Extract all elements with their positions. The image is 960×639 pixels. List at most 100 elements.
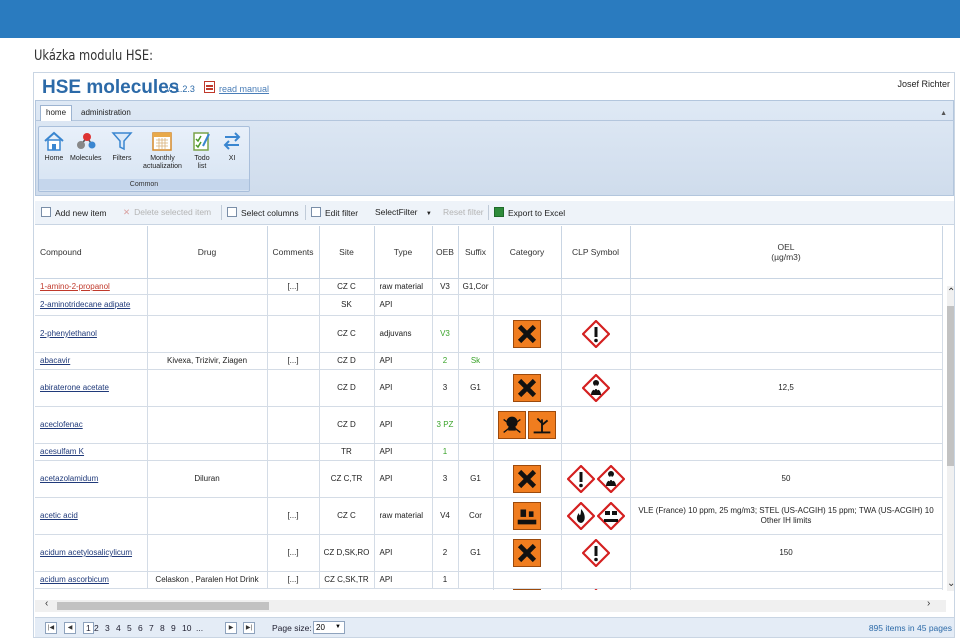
tab-administration[interactable]: administration — [76, 106, 136, 119]
cell-comments[interactable] — [267, 406, 320, 444]
page-number[interactable]: ... — [196, 623, 203, 633]
page-number[interactable]: 8 — [160, 623, 165, 633]
dropdown-arrow-icon: ▼ — [425, 211, 432, 217]
cell-comments[interactable] — [267, 460, 320, 498]
col-site[interactable]: Site — [319, 226, 375, 279]
table-row[interactable]: acetic acid [...] CZ Craw material V4 Cor VLE… — [35, 497, 943, 535]
select-filter-dropdown[interactable]: SelectFilter ▼ — [375, 207, 432, 217]
page-number[interactable]: 4 — [116, 623, 121, 633]
cell-comments[interactable] — [267, 443, 320, 461]
table-row[interactable]: acetazolamidum Diluran CZ C,TR API 3 G1 50 — [35, 460, 943, 498]
compound-link[interactable]: acidum acetylosalicylicum — [40, 548, 132, 557]
compound-link[interactable]: 1-amino-2-propanol — [40, 282, 110, 291]
scroll-right-icon[interactable]: › — [927, 598, 930, 609]
table-row[interactable]: 2-aminotridecane adipate SK API — [35, 294, 943, 316]
page-number[interactable]: 2 — [94, 623, 99, 633]
add-new-item-button[interactable]: Add new item — [41, 207, 107, 218]
last-page-button[interactable]: ▶| — [243, 622, 255, 634]
col-drug[interactable]: Drug — [147, 226, 268, 279]
prev-page-button[interactable]: ◀ — [64, 622, 76, 634]
group-label: Common — [39, 179, 249, 190]
col-suffix[interactable]: Suffix — [458, 226, 494, 279]
col-oeb[interactable]: OEB — [432, 226, 459, 279]
page-number[interactable]: 9 — [171, 623, 176, 633]
col-comments[interactable]: Comments — [267, 226, 320, 279]
col-type[interactable]: Type — [374, 226, 433, 279]
cell-comments[interactable]: [...] — [267, 278, 320, 295]
horizontal-scroll-thumb[interactable] — [57, 602, 269, 610]
col-oel[interactable]: OEL (µg/m3) — [630, 226, 943, 279]
reset-filter-button[interactable]: Reset filter — [443, 207, 484, 217]
horizontal-scrollbar[interactable]: ‹ › — [35, 598, 946, 612]
table-row[interactable]: acesulfam K TR API 1 — [35, 443, 943, 461]
tab-home[interactable]: home — [40, 105, 73, 121]
ghs-health-icon — [581, 373, 610, 402]
cell-comments[interactable]: [...] — [267, 534, 320, 572]
cell-category — [493, 406, 562, 444]
cell-comments[interactable]: [...] — [267, 497, 320, 535]
ribbon-collapse-icon[interactable]: ▲ — [940, 110, 947, 117]
compound-link[interactable]: acesulfam K — [40, 447, 84, 456]
vertical-scrollbar[interactable] — [947, 286, 954, 591]
scroll-up-icon[interactable]: ⌃ — [947, 287, 954, 298]
col-category[interactable]: Category — [493, 226, 562, 279]
filters-button[interactable]: Filters — [111, 130, 133, 163]
cell-comments[interactable] — [267, 369, 320, 407]
pdf-icon[interactable] — [204, 81, 215, 93]
table-row[interactable]: 2-phenylethanol CZ Cadjuvans V3 — [35, 315, 943, 353]
col-clp-symbol[interactable]: CLP Symbol — [561, 226, 631, 279]
cell-comments[interactable] — [267, 294, 320, 316]
list-label: list — [197, 163, 207, 170]
compound-link[interactable]: acetic acid — [40, 511, 78, 520]
cell-compound: acidum acetylosalicylicum — [35, 534, 148, 572]
col-compound[interactable]: Compound — [35, 226, 148, 279]
ghs-flame-icon — [593, 588, 598, 590]
cell-comments[interactable]: [...] — [267, 571, 320, 589]
page-number[interactable]: 1 — [83, 622, 94, 634]
cell-drug — [147, 497, 268, 535]
table-row[interactable]: abacavir Kivexa, Trizivir, Ziagen [...] CZ … — [35, 352, 943, 370]
table-row[interactable] — [35, 588, 943, 590]
vertical-scroll-thumb[interactable] — [947, 306, 954, 466]
xi-button[interactable]: XI — [221, 130, 243, 163]
compound-link[interactable]: acetazolamidum — [40, 474, 98, 483]
page-size-select[interactable]: 20 ▼ — [313, 621, 345, 634]
first-page-button[interactable]: |◀ — [45, 622, 57, 634]
columns-icon — [227, 207, 237, 217]
compound-link[interactable]: acidum ascorbicum — [40, 575, 109, 584]
scroll-down-icon[interactable]: ⌄ — [947, 578, 954, 589]
select-columns-button[interactable]: Select columns — [227, 207, 299, 218]
read-manual-link[interactable]: read manual — [219, 84, 269, 94]
compound-link[interactable]: 2-aminotridecane adipate — [40, 300, 130, 309]
compound-link[interactable]: 2-phenylethanol — [40, 329, 97, 338]
home-button[interactable]: Home — [43, 130, 65, 163]
page-number[interactable]: 5 — [127, 623, 132, 633]
page-number[interactable]: 6 — [138, 623, 143, 633]
compound-link[interactable]: aceclofenac — [40, 420, 83, 429]
compound-link[interactable]: abacavir — [40, 356, 70, 365]
export-excel-button[interactable]: Export to Excel — [494, 207, 565, 218]
edit-filter-button[interactable]: Edit filter — [311, 207, 358, 218]
table-row[interactable]: 1-amino-2-propanol [...] CZ Craw material V… — [35, 278, 943, 295]
table-row[interactable]: acidum ascorbicum Celaskon , Paralen Hot … — [35, 571, 943, 589]
molecules-button[interactable]: Molecules — [70, 130, 102, 163]
cell-drug — [147, 443, 268, 461]
page-number[interactable]: 3 — [105, 623, 110, 633]
table-row[interactable]: aceclofenac CZ D API 3 PZ — [35, 406, 943, 444]
todo-list-button[interactable]: Todo list — [191, 130, 213, 171]
monthly-actualization-button[interactable]: Monthly actualization — [143, 130, 182, 171]
cell-comments[interactable] — [267, 315, 320, 353]
scroll-left-icon[interactable]: ‹ — [45, 598, 48, 609]
table-row[interactable]: acidum acetylosalicylicum [...] CZ D,SK,RO… — [35, 534, 943, 572]
cell-oel: 150 — [630, 534, 943, 572]
cell-compound: abacavir — [35, 352, 148, 370]
cell-comments[interactable]: [...] — [267, 352, 320, 370]
cell-site: CZ C,SK,TR — [319, 571, 375, 589]
next-page-button[interactable]: ▶ — [225, 622, 237, 634]
table-row[interactable]: abiraterone acetate CZ D API 3 G1 12,5 — [35, 369, 943, 407]
page-number[interactable]: 10 — [182, 623, 191, 633]
delete-selected-button[interactable]: ✕ Delete selected item — [123, 207, 211, 218]
compound-link[interactable]: abiraterone acetate — [40, 383, 109, 392]
page-number[interactable]: 7 — [149, 623, 154, 633]
sync-arrows-icon — [223, 132, 241, 150]
